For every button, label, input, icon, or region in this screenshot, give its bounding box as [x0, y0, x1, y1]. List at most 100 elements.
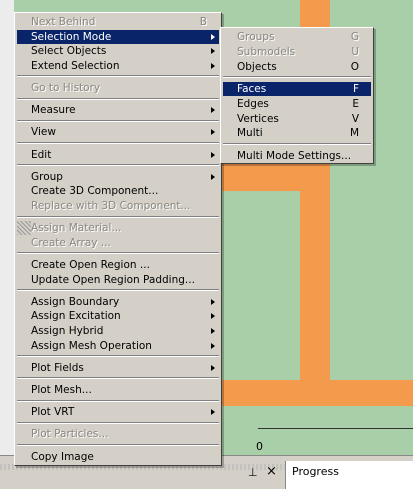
context-menu: Next Behind B Selection Mode Select Objects…	[14, 12, 222, 466]
menu-item-plot-vrt[interactable]: Plot VRT	[17, 405, 219, 419]
menu-item-assign-excitation[interactable]: Assign Excitation	[17, 309, 219, 323]
menu-item-label: Multi	[237, 127, 263, 140]
submenu-arrow-icon	[211, 342, 215, 349]
close-icon[interactable]: ×	[266, 464, 277, 479]
menu-separator	[17, 97, 219, 100]
menu-separator	[17, 444, 219, 446]
menu-item-label: Edges	[237, 97, 269, 110]
menu-item-shortcut: B	[199, 16, 207, 28]
menu-item-label: Select Objects	[31, 45, 107, 58]
menu-item-assign-mesh-operation[interactable]: Assign Mesh Operation	[17, 339, 219, 353]
menu-item-label: Selection Mode	[31, 30, 112, 43]
progress-panel-tab[interactable]: Progress	[285, 461, 413, 489]
menu-separator	[17, 289, 219, 292]
menu-item-next-behind: Next Behind B	[17, 15, 219, 29]
menu-separator	[17, 355, 219, 358]
submenu-arrow-icon	[211, 129, 215, 136]
progress-panel-label: Progress	[292, 465, 339, 478]
menu-item-plot-fields[interactable]: Plot Fields	[17, 361, 219, 375]
submenu-arrow-icon	[211, 409, 215, 416]
menu-item-label: Plot Mesh...	[31, 384, 92, 396]
menu-item-assign-material: Assign Material...	[17, 221, 219, 236]
menu-item-label: View	[31, 126, 56, 139]
menu-item-create-array: Create Array ...	[17, 236, 219, 250]
menu-item-label: Assign Material...	[31, 222, 122, 235]
menu-item-label: Objects	[237, 60, 277, 73]
menu-item-label: Go to History	[31, 82, 101, 94]
menu-item-update-open-region-padding[interactable]: Update Open Region Padding...	[17, 273, 219, 287]
menu-separator	[17, 399, 219, 402]
menu-separator	[17, 119, 219, 122]
menu-item-shortcut: O	[350, 60, 359, 73]
menu-item-plot-mesh[interactable]: Plot Mesh...	[17, 383, 219, 397]
selection-mode-submenu: Groups G Submodels U Objects O Faces F Edges E Ver…	[220, 27, 374, 164]
menu-item-edges[interactable]: Edges E	[223, 97, 371, 111]
menu-item-label: Edit	[31, 148, 52, 161]
submenu-arrow-icon	[211, 151, 215, 158]
canvas-left-strip	[0, 0, 14, 455]
menu-item-label: Create Array ...	[31, 236, 111, 249]
menu-item-label: Plot Particles...	[31, 428, 109, 441]
menu-item-multi[interactable]: Multi M	[223, 126, 371, 140]
menu-item-label: Create 3D Component...	[31, 185, 159, 198]
menu-item-shortcut: V	[351, 112, 359, 125]
menu-item-label: Extend Selection	[31, 59, 120, 72]
menu-item-label: Multi Mode Settings...	[237, 149, 352, 162]
menu-item-replace-with-3d-component: Replace with 3D Component...	[17, 199, 219, 213]
menu-item-faces[interactable]: Faces F	[223, 82, 371, 96]
menu-item-label: Copy Image	[31, 450, 94, 463]
menu-item-shortcut: M	[349, 127, 359, 140]
menu-separator	[17, 377, 219, 380]
submenu-arrow-icon	[211, 48, 215, 55]
submenu-arrow-icon	[211, 298, 215, 305]
menu-separator	[223, 76, 371, 79]
menu-item-shortcut: U	[351, 45, 359, 58]
menu-item-plot-particles: Plot Particles...	[17, 427, 219, 441]
menu-item-label: Submodels	[237, 45, 296, 58]
shape-horizontal-bar	[218, 163, 318, 191]
menu-item-label: Plot VRT	[31, 406, 75, 419]
menu-item-selection-mode[interactable]: Selection Mode	[17, 29, 219, 44]
menu-item-measure[interactable]: Measure	[17, 103, 219, 117]
pin-icon[interactable]: ⊥	[248, 466, 258, 479]
menu-separator	[17, 142, 219, 144]
menu-item-objects[interactable]: Objects O	[223, 60, 371, 74]
submenu-arrow-icon	[211, 107, 215, 114]
menu-item-group[interactable]: Group	[17, 170, 219, 184]
axis-line	[258, 428, 413, 429]
material-icon	[17, 221, 31, 236]
menu-item-assign-boundary[interactable]: Assign Boundary	[17, 295, 219, 309]
submenu-arrow-icon	[211, 313, 215, 320]
menu-separator	[17, 164, 219, 167]
menu-item-label: Groups	[237, 31, 275, 43]
menu-item-copy-image[interactable]: Copy Image	[17, 450, 219, 464]
submenu-arrow-icon	[211, 364, 215, 371]
menu-item-vertices[interactable]: Vertices V	[223, 112, 371, 126]
menu-item-view[interactable]: View	[17, 125, 219, 139]
menu-item-label: Measure	[31, 104, 76, 117]
menu-item-multi-mode-settings[interactable]: Multi Mode Settings...	[223, 149, 371, 163]
menu-separator	[17, 421, 219, 424]
menu-item-shortcut: G	[350, 31, 359, 43]
menu-item-edit[interactable]: Edit	[17, 148, 219, 162]
menu-item-groups: Groups G	[223, 30, 371, 44]
menu-item-label: Assign Excitation	[31, 310, 121, 323]
shape-bottom-band	[218, 380, 413, 406]
submenu-arrow-icon	[211, 173, 215, 180]
menu-item-go-to-history: Go to History	[17, 81, 219, 95]
menu-item-extend-selection[interactable]: Extend Selection	[17, 59, 219, 73]
menu-item-label: Next Behind	[31, 16, 96, 28]
menu-item-label: Update Open Region Padding...	[31, 273, 195, 286]
menu-separator	[17, 215, 219, 218]
menu-item-create-3d-component[interactable]: Create 3D Component...	[17, 184, 219, 198]
menu-item-select-objects[interactable]: Select Objects	[17, 44, 219, 58]
menu-item-label: Assign Boundary	[31, 295, 120, 308]
menu-item-shortcut: E	[352, 97, 359, 110]
menu-separator	[223, 143, 371, 146]
menu-item-label: Faces	[237, 83, 267, 95]
submenu-arrow-icon	[211, 62, 215, 69]
menu-separator	[17, 75, 219, 78]
menu-item-label: Plot Fields	[31, 361, 84, 374]
menu-item-create-open-region[interactable]: Create Open Region ...	[17, 258, 219, 272]
menu-item-assign-hybrid[interactable]: Assign Hybrid	[17, 324, 219, 338]
